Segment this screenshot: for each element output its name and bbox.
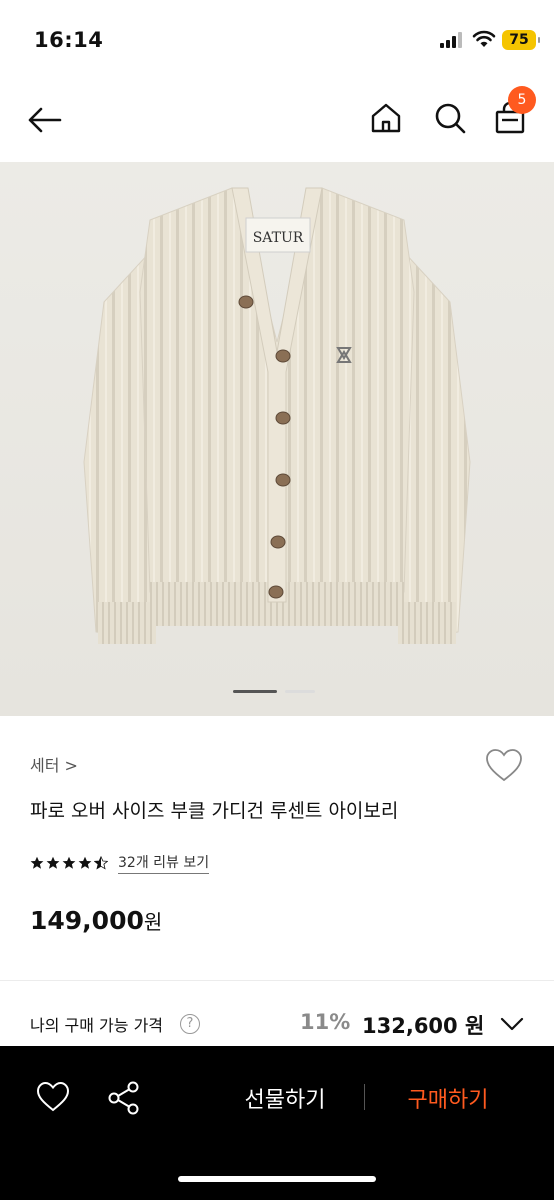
half-star-icon: [94, 856, 108, 870]
star-icon: [62, 856, 76, 869]
bottom-action-bar: 선물하기 구매하기: [0, 1046, 554, 1200]
my-price-value: 132,600 원: [362, 1014, 485, 1038]
search-button[interactable]: [428, 96, 472, 140]
home-button[interactable]: [364, 96, 408, 140]
share-icon[interactable]: [106, 1080, 142, 1116]
buy-button[interactable]: 구매하기: [392, 1082, 504, 1114]
price-unit: 원: [143, 910, 163, 934]
search-icon: [435, 103, 466, 134]
product-title: 파로 오버 사이즈 부클 가디건 루센트 아이보리: [30, 800, 399, 822]
category-breadcrumb[interactable]: 세터 >: [30, 752, 78, 776]
home-indicator[interactable]: [178, 1176, 376, 1182]
header: [0, 80, 554, 162]
product-price: 149,000원: [30, 906, 162, 935]
price-value: 149,000: [30, 906, 144, 935]
chevron-down-icon[interactable]: [500, 1016, 524, 1032]
wishlist-heart-icon[interactable]: [36, 1080, 70, 1114]
back-button[interactable]: [20, 98, 68, 142]
divider: [0, 980, 554, 981]
my-price-label: 나의 구매 가능 가격: [30, 1016, 164, 1035]
cardigan-illustration: SATUR: [83, 187, 471, 644]
my-price-row[interactable]: 나의 구매 가능 가격 ? 11% 132,600 원: [0, 1000, 554, 1050]
review-link[interactable]: 32개 리뷰 보기: [118, 852, 210, 874]
star-icon: [78, 856, 92, 869]
gift-button[interactable]: 선물하기: [222, 1082, 348, 1114]
home-icon: [371, 103, 401, 133]
brand-label: SATUR: [253, 230, 304, 246]
status-time: 16:14: [34, 28, 104, 52]
heart-icon[interactable]: [484, 746, 524, 786]
image-pager-active: [233, 690, 277, 693]
battery-indicator: 75: [502, 30, 540, 50]
divider: [364, 1084, 365, 1110]
discount-rate: 11%: [300, 1010, 351, 1034]
product-image[interactable]: SATUR: [0, 162, 554, 716]
star-rating: [30, 856, 108, 870]
help-icon[interactable]: ?: [180, 1014, 200, 1034]
status-bar: 16:14 75: [0, 0, 554, 80]
wifi-icon: [472, 30, 496, 47]
cellular-signal-icon: [440, 32, 464, 48]
rating-row: 32개 리뷰 보기: [30, 852, 210, 874]
image-pager-inactive: [285, 690, 315, 693]
star-icon: [46, 856, 60, 869]
star-icon: [30, 856, 44, 869]
arrow-left-icon: [28, 107, 62, 133]
cart-count-badge: 5: [508, 86, 536, 114]
